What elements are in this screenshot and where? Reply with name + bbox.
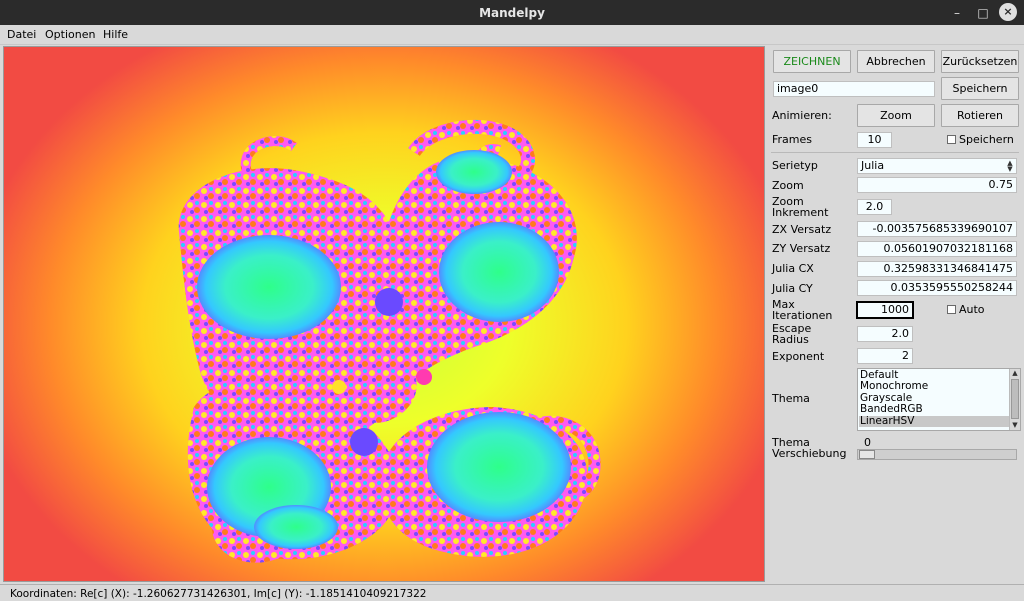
minimize-button[interactable]: –: [948, 4, 966, 22]
theme-shift-label-2: Verschiebung: [772, 447, 847, 460]
julia-cy-input[interactable]: 0.0353595550258244: [857, 280, 1017, 296]
menu-hilfe[interactable]: Hilfe: [103, 28, 128, 41]
reset-button[interactable]: Zurücksetzen: [941, 50, 1019, 73]
zy-offset-input[interactable]: 0.05601907032181168: [857, 241, 1017, 257]
window-title: Mandelpy: [479, 6, 545, 20]
scroll-up-icon[interactable]: ▲: [1010, 369, 1020, 378]
filename-input[interactable]: image0: [773, 81, 935, 97]
theme-listbox[interactable]: Default Monochrome Grayscale BandedRGB L…: [857, 368, 1021, 431]
frames-label: Frames: [772, 133, 813, 146]
exponent-input[interactable]: 2: [857, 348, 913, 364]
zoom-label: Zoom: [772, 179, 804, 192]
menu-bar: Datei Optionen Hilfe: [0, 25, 1024, 45]
julia-cx-input[interactable]: 0.32598331346841475: [857, 261, 1017, 277]
cancel-button[interactable]: Abbrechen: [857, 50, 935, 73]
frames-save-label: Speichern: [959, 133, 1014, 146]
theme-option-monochrome[interactable]: Monochrome: [859, 381, 1010, 392]
exponent-label: Exponent: [772, 350, 825, 363]
julia-cy-label: Julia CY: [772, 282, 813, 295]
theme-label: Thema: [772, 392, 810, 405]
coordinates-status: Koordinaten: Re[c] (X): -1.2606277314263…: [10, 588, 427, 600]
series-type-select[interactable]: Julia ▲ ▼: [857, 158, 1017, 174]
separator: [771, 152, 1019, 153]
theme-shift-value: 0: [864, 436, 871, 449]
escape-radius-input[interactable]: 2.0: [857, 326, 913, 342]
spin-arrows-icon[interactable]: ▲ ▼: [1005, 160, 1015, 173]
zoom-increment-input[interactable]: 2.0: [857, 199, 892, 215]
series-type-value: Julia: [861, 159, 885, 172]
rotate-animate-button[interactable]: Rotieren: [941, 104, 1019, 127]
save-button[interactable]: Speichern: [941, 77, 1019, 100]
julia-set-image: [178, 120, 601, 563]
max-iter-label-2: Iterationen: [772, 309, 833, 322]
zoom-increment-label-2: Inkrement: [772, 206, 829, 219]
theme-option-bandedrgb[interactable]: BandedRGB: [859, 404, 1010, 415]
escape-radius-label-2: Radius: [772, 333, 809, 346]
status-bar: Koordinaten: Re[c] (X): -1.2606277314263…: [0, 584, 1024, 601]
title-bar: Mandelpy – □ ×: [0, 0, 1024, 25]
series-type-label: Serietyp: [772, 159, 818, 172]
checkbox-icon[interactable]: [947, 305, 956, 314]
fractal-canvas[interactable]: [3, 46, 765, 582]
checkbox-icon[interactable]: [947, 135, 956, 144]
scrollbar-thumb[interactable]: [1011, 379, 1019, 419]
menu-optionen[interactable]: Optionen: [45, 28, 95, 41]
maximize-button[interactable]: □: [974, 4, 992, 22]
scroll-down-icon[interactable]: ▼: [1010, 421, 1020, 430]
menu-datei[interactable]: Datei: [7, 28, 36, 41]
theme-option-linearhsv[interactable]: LinearHSV: [859, 416, 1010, 427]
theme-scrollbar[interactable]: ▲ ▼: [1009, 369, 1020, 430]
zoom-animate-button[interactable]: Zoom: [857, 104, 935, 127]
julia-cx-label: Julia CX: [772, 262, 814, 275]
max-iter-input[interactable]: 1000: [856, 301, 914, 319]
slider-thumb[interactable]: [859, 450, 875, 459]
close-button[interactable]: ×: [999, 3, 1017, 21]
zx-offset-label: ZX Versatz: [772, 223, 832, 236]
zx-offset-input[interactable]: -0.003575685339690107: [857, 221, 1017, 237]
auto-label: Auto: [959, 303, 985, 316]
theme-shift-slider[interactable]: [857, 449, 1017, 460]
zoom-input[interactable]: 0.75: [857, 177, 1017, 193]
animate-label: Animieren:: [772, 109, 832, 122]
zy-offset-label: ZY Versatz: [772, 242, 831, 255]
draw-button[interactable]: ZEICHNEN: [773, 50, 851, 73]
frames-input[interactable]: 10: [857, 132, 892, 148]
